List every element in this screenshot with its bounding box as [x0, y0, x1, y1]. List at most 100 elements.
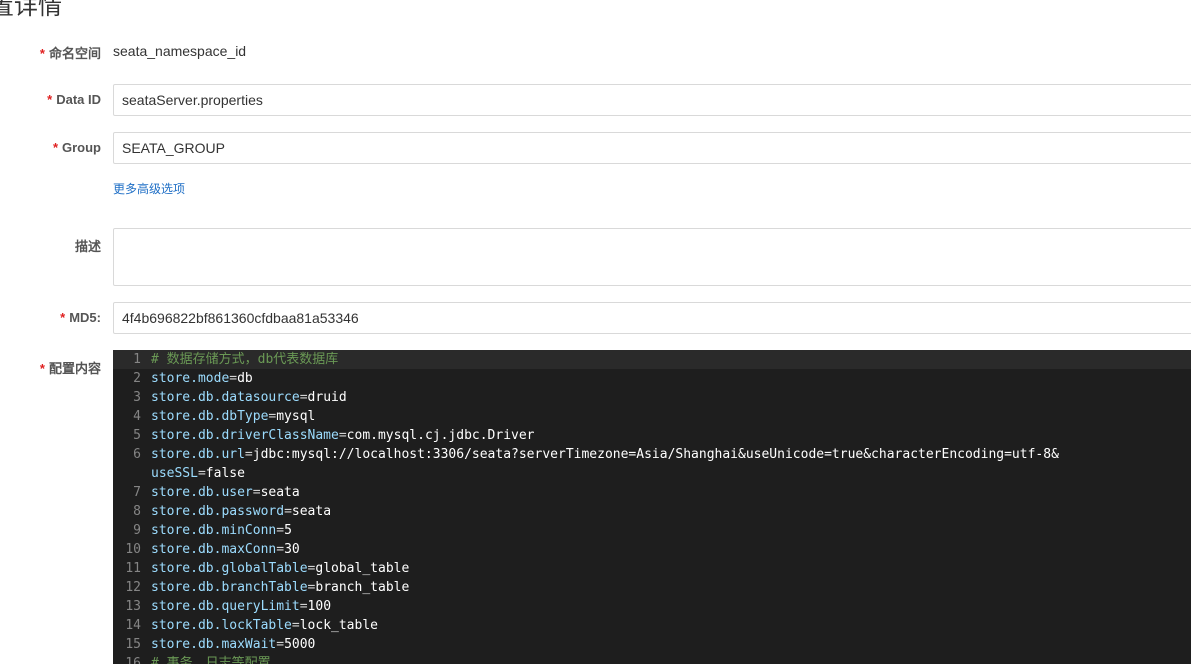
code-line: 6 store.db.url=jdbc:mysql://localhost:330…	[113, 445, 1191, 464]
code-value: 5000	[284, 637, 316, 652]
group-label: * Group	[52, 140, 101, 155]
code-line: 4 store.db.dbType=mysql	[113, 407, 1191, 426]
code-key: store.mode	[151, 371, 230, 386]
code-line: 13 store.db.queryLimit=100	[113, 597, 1191, 616]
code-equals: =	[276, 542, 285, 557]
code-text: store.db.globalTable=global_table	[151, 559, 409, 578]
line-number: 16	[125, 656, 141, 664]
code-text: store.db.driverClassName=com.mysql.cj.jd…	[151, 426, 535, 445]
code-equals: =	[229, 371, 238, 386]
code-value: druid	[307, 390, 347, 405]
code-value: 30	[284, 542, 300, 557]
line-number: 11	[125, 561, 141, 576]
code-equals: =	[244, 447, 253, 462]
page-title: 置详情	[0, 0, 62, 20]
code-value: branch_table	[315, 580, 410, 595]
code-key: store.db.user	[151, 485, 253, 500]
code-line: 10 store.db.maxConn=30	[113, 540, 1191, 559]
code-value: global_table	[315, 561, 410, 576]
code-equals: =	[299, 599, 308, 614]
code-value: jdbc:mysql://localhost:3306/seata?server…	[252, 447, 1059, 462]
required-mark: *	[39, 361, 45, 376]
code-value: seata	[260, 485, 300, 500]
code-line: 11 store.db.globalTable=global_table	[113, 559, 1191, 578]
line-number: 12	[125, 580, 141, 595]
code-text: store.db.user=seata	[151, 483, 300, 502]
code-key: store.db.branchTable	[151, 580, 308, 595]
code-equals: =	[252, 485, 261, 500]
code-line: 14 store.db.lockTable=lock_table	[113, 616, 1191, 635]
code-line: 16 # 事务、日志等配置	[113, 654, 1191, 664]
code-key: store.db.minConn	[151, 523, 277, 538]
code-line: 9 store.db.minConn=5	[113, 521, 1191, 540]
code-line: 8 store.db.password=seata	[113, 502, 1191, 521]
code-text: store.db.dbType=mysql	[151, 407, 315, 426]
line-number: 2	[133, 371, 141, 386]
code-value: seata	[291, 504, 332, 519]
config-content-editor[interactable]: 1 # 数据存储方式，db代表数据库 2 store.mode=db 3 store.db…	[113, 350, 1191, 664]
code-line: 1 # 数据存储方式，db代表数据库	[113, 350, 1191, 369]
required-mark: *	[47, 92, 53, 107]
content-label: * 配置内容	[39, 361, 101, 376]
code-key: store.db.password	[151, 504, 285, 519]
code-value: mysql	[276, 409, 316, 424]
line-number: 7	[133, 485, 141, 500]
code-line: 7 store.db.user=seata	[113, 483, 1191, 502]
code-equals: =	[276, 523, 285, 538]
code-text: store.db.datasource=druid	[151, 388, 347, 407]
code-equals: =	[284, 504, 292, 519]
code-key: store.db.url	[151, 447, 245, 462]
code-text: store.db.maxConn=30	[151, 540, 300, 559]
namespace-value: seata_namespace_id	[113, 43, 247, 59]
code-equals: =	[291, 618, 300, 633]
code-key: store.db.datasource	[151, 390, 300, 405]
data-id-label: * Data ID	[47, 92, 101, 107]
required-mark: *	[52, 140, 58, 155]
code-value: false	[205, 466, 245, 481]
md5-input[interactable]: 4f4b696822bf861360cfdbaa81a53346	[113, 302, 1191, 334]
description-textarea[interactable]	[113, 228, 1191, 286]
line-number: 8	[133, 504, 141, 519]
data-id-input[interactable]: seataServer.properties	[113, 84, 1191, 116]
code-line: 3 store.db.datasource=druid	[113, 388, 1191, 407]
code-key: useSSL	[151, 466, 198, 481]
config-detail-page: 置详情 * 命名空间 seata_namespace_id * Data ID se…	[0, 0, 1191, 664]
code-line: 5 store.db.driverClassName=com.mysql.cj.j…	[113, 426, 1191, 445]
description-label: 描述	[74, 239, 101, 254]
code-key: store.db.lockTable	[151, 618, 292, 633]
line-number: 3	[133, 390, 141, 405]
code-comment: # 事务、日志等配置	[151, 656, 271, 664]
group-input[interactable]: SEATA_GROUP	[113, 132, 1191, 164]
code-text: store.db.maxWait=5000	[151, 635, 315, 654]
line-number: 15	[125, 637, 141, 652]
line-number: 5	[133, 428, 141, 443]
required-mark: *	[60, 310, 66, 325]
code-text: store.db.branchTable=branch_table	[151, 578, 409, 597]
line-number: 10	[125, 542, 141, 557]
code-text: store.db.url=jdbc:mysql://localhost:3306…	[151, 445, 1059, 464]
required-mark: *	[39, 46, 45, 61]
line-number: 1	[133, 352, 141, 367]
code-key: store.db.maxConn	[151, 542, 277, 557]
line-number: 13	[125, 599, 141, 614]
code-key: store.db.dbType	[151, 409, 269, 424]
code-text: store.db.password=seata	[151, 502, 331, 521]
code-text: store.db.lockTable=lock_table	[151, 616, 378, 635]
advanced-options-link[interactable]: 更多高级选项	[113, 180, 185, 197]
code-key: store.db.globalTable	[151, 561, 308, 576]
code-value: lock_table	[299, 618, 378, 633]
code-equals: =	[299, 390, 308, 405]
line-number: 6	[133, 447, 141, 462]
code-value: 5	[284, 523, 292, 538]
code-equals: =	[338, 428, 347, 443]
code-value: 100	[307, 599, 332, 614]
code-value: db	[237, 371, 253, 386]
code-text: useSSL=false	[151, 464, 245, 483]
code-value: com.mysql.cj.jdbc.Driver	[346, 428, 535, 443]
code-text: store.db.minConn=5	[151, 521, 292, 540]
code-line: 15 store.db.maxWait=5000	[113, 635, 1191, 654]
code-key: store.db.queryLimit	[151, 599, 300, 614]
line-number: 14	[125, 618, 141, 633]
code-text: # 数据存储方式，db代表数据库	[151, 350, 338, 369]
code-line: 12 store.db.branchTable=branch_table	[113, 578, 1191, 597]
